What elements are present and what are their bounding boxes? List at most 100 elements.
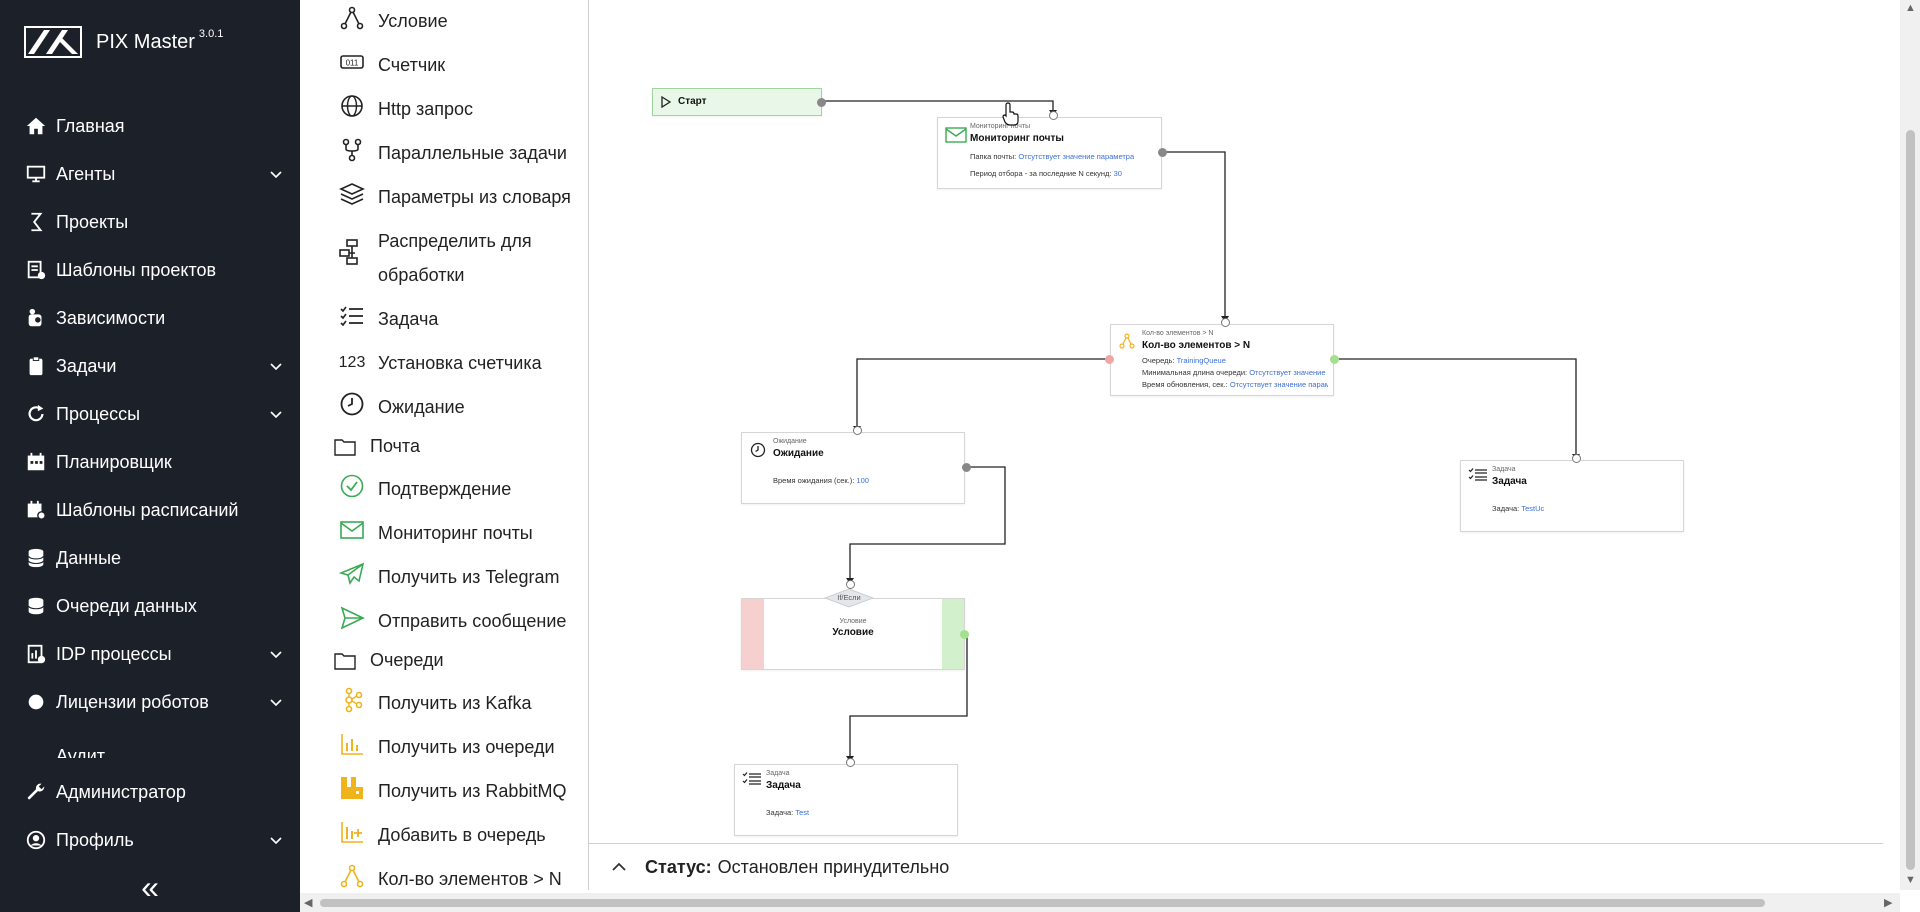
horizontal-scroll-thumb[interactable]: [320, 899, 1765, 907]
node-wait[interactable]: Ожидание Ожидание Время ожидания (сек.):…: [741, 432, 965, 504]
horizontal-scrollbar[interactable]: ◀ ▶: [300, 893, 1900, 912]
palette-folder-mail[interactable]: Почта: [334, 436, 420, 457]
palette-item-label: Подтверждение: [378, 479, 512, 499]
palette-item-distribute[interactable]: Распределить для обработки: [338, 224, 588, 292]
brand[interactable]: PIX Master 3.0.1: [24, 24, 223, 60]
node-condition[interactable]: Условие Условие: [741, 598, 965, 670]
wrench-icon: [24, 780, 48, 804]
port-count-false[interactable]: [1105, 355, 1114, 364]
sidebar-item-projects[interactable]: Проекты: [24, 202, 284, 242]
chevron-down-icon[interactable]: [268, 832, 284, 848]
palette-item-label: Мониторинг почты: [378, 523, 533, 543]
palette-item-http[interactable]: Http запрос: [338, 92, 588, 126]
port-task-right-in[interactable]: [1572, 454, 1581, 463]
port-condition-true[interactable]: [960, 630, 969, 639]
node-start[interactable]: Старт: [652, 88, 822, 116]
status-label: Статус:: [645, 856, 712, 877]
scroll-left-arrow-icon[interactable]: ◀: [304, 896, 312, 909]
sidebar-item-label: Главная: [56, 115, 125, 136]
sidebar-item-data[interactable]: Данные: [24, 538, 284, 578]
palette-item-dict-params[interactable]: Параметры из словаря: [338, 180, 588, 214]
database-icon: [24, 546, 48, 570]
chevron-down-icon[interactable]: [268, 166, 284, 182]
svg-text:123: 123: [339, 354, 365, 371]
port-start-out[interactable]: [817, 98, 826, 107]
palette-item-send-message[interactable]: Отправить сообщение: [338, 604, 588, 638]
port-task-bottom-in[interactable]: [846, 758, 855, 767]
palette-item-counter[interactable]: 011 Счетчик: [338, 48, 588, 82]
node-task-right[interactable]: Задача Задача Задача: TestUc: [1460, 460, 1684, 532]
node-task-bottom-small: Задача: [766, 770, 790, 777]
clipboard-icon: [24, 354, 48, 378]
vertical-scrollbar[interactable]: ▲ ▼: [1900, 0, 1920, 890]
sidebar-item-admin[interactable]: Администратор: [24, 772, 284, 812]
scroll-up-arrow-icon[interactable]: ▲: [1905, 2, 1916, 14]
chevron-down-icon[interactable]: [268, 694, 284, 710]
port-count-true[interactable]: [1330, 355, 1339, 364]
node-count-update: Время обновления, сек.: Отсутствует знач…: [1142, 380, 1328, 389]
chevron-down-icon[interactable]: [268, 358, 284, 374]
condition-tag: If/Если: [824, 588, 874, 608]
palette-item-wait[interactable]: Ожидание: [338, 390, 588, 424]
sidebar-item-agents[interactable]: Агенты: [24, 154, 284, 194]
node-mail-title: Мониторинг почты: [970, 133, 1064, 144]
palette-item-add-to-queue[interactable]: Добавить в очередь: [338, 818, 588, 852]
node-count-n[interactable]: Кол-во элементов > N Кол-во элементов > …: [1110, 324, 1334, 396]
palette-item-telegram[interactable]: Получить из Telegram: [338, 560, 588, 594]
layers-icon: [338, 180, 366, 208]
process-canvas[interactable]: Старт Мониторинг почты Мониторинг почты …: [589, 0, 1900, 843]
count-n-icon: [1119, 333, 1135, 349]
palette-item-count-n[interactable]: Кол-во элементов > N: [338, 862, 588, 890]
sidebar-item-label: Шаблоны расписаний: [56, 499, 239, 520]
sidebar-item-label: Зависимости: [56, 307, 166, 328]
sidebar-item-tasks[interactable]: Задачи: [24, 346, 284, 386]
palette-item-mail-monitor[interactable]: Мониторинг почты: [338, 516, 588, 550]
sidebar-item-idp[interactable]: IDP процессы: [24, 634, 284, 674]
palette-item-parallel[interactable]: Параллельные задачи: [338, 136, 588, 170]
node-count-queue: Очередь: TrainingQueue: [1142, 356, 1226, 365]
vertical-scroll-thumb[interactable]: [1906, 130, 1915, 870]
node-mail-monitor[interactable]: Мониторинг почты Мониторинг почты Папка …: [937, 117, 1162, 189]
node-task-right-title: Задача: [1492, 476, 1527, 487]
port-condition-in[interactable]: [846, 580, 855, 589]
palette-item-label: Отправить сообщение: [378, 611, 567, 631]
palette-item-rabbitmq[interactable]: Получить из RabbitMQ: [338, 774, 588, 808]
condition-tag-label: If/Если: [837, 593, 861, 602]
port-count-in[interactable]: [1221, 318, 1230, 327]
sidebar-item-scheduler[interactable]: Планировщик: [24, 442, 284, 482]
scroll-right-arrow-icon[interactable]: ▶: [1884, 896, 1892, 909]
sidebar-item-processes[interactable]: Процессы: [24, 394, 284, 434]
port-wait-out[interactable]: [962, 463, 971, 472]
sidebar-item-schedule-templates[interactable]: Шаблоны расписаний: [24, 490, 284, 530]
palette-item-kafka[interactable]: Получить из Kafka: [338, 686, 588, 720]
port-mail-out[interactable]: [1158, 148, 1167, 157]
node-task-bottom[interactable]: Задача Задача Задача: Test: [734, 764, 958, 836]
sidebar-item-robot-licenses[interactable]: Лицензии роботов: [24, 682, 284, 722]
chevron-down-icon[interactable]: [268, 406, 284, 422]
port-wait-in[interactable]: [853, 426, 862, 435]
kafka-icon: [338, 686, 366, 714]
node-mail-period: Период отбора - за последние N секунд: 3…: [970, 169, 1122, 178]
palette-folder-queues[interactable]: Очереди: [334, 650, 444, 671]
sidebar-item-data-queues[interactable]: Очереди данных: [24, 586, 284, 626]
palette-item-task[interactable]: Задача: [338, 302, 588, 336]
license-icon: [24, 690, 48, 714]
port-mail-in[interactable]: [1049, 111, 1058, 120]
palette-item-from-queue[interactable]: Получить из очереди: [338, 730, 588, 764]
send-icon: [338, 604, 366, 632]
chevron-down-icon[interactable]: [268, 646, 284, 662]
palette-item-confirmation[interactable]: Подтверждение: [338, 472, 588, 506]
sidebar-item-home[interactable]: Главная: [24, 106, 284, 146]
palette-item-condition[interactable]: Условие: [338, 4, 588, 38]
scroll-down-arrow-icon[interactable]: ▼: [1905, 874, 1916, 886]
monitor-icon: [24, 162, 48, 186]
palette-item-set-counter[interactable]: 123 Установка счетчика: [338, 346, 588, 380]
condition-icon: [338, 4, 366, 32]
collapse-sidebar-button[interactable]: «: [136, 871, 164, 903]
globe-icon: [338, 92, 366, 120]
sidebar-item-dependencies[interactable]: Зависимости: [24, 298, 284, 338]
sidebar-item-audit[interactable]: Аудит: [24, 742, 284, 758]
sidebar-item-project-templates[interactable]: Шаблоны проектов: [24, 250, 284, 290]
sidebar-item-profile[interactable]: Профиль: [24, 820, 284, 860]
chevron-up-icon[interactable]: [609, 857, 629, 877]
